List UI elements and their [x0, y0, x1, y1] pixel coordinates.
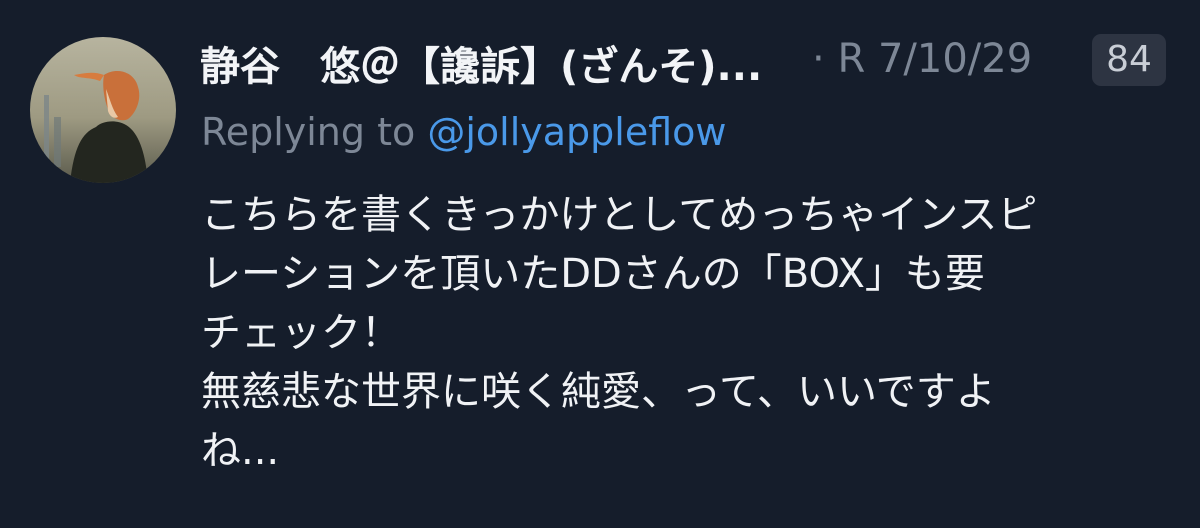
replying-to: Replying to @jollyappleflow: [201, 110, 726, 154]
reply-count-badge[interactable]: 84: [1092, 34, 1166, 86]
meta-separator: ·: [812, 36, 825, 82]
tweet-date[interactable]: R 7/10/29: [837, 36, 1032, 82]
avatar-image: [30, 37, 176, 183]
reply-handle-link[interactable]: @jollyappleflow: [427, 110, 726, 154]
tweet-body-line: 無慈悲な世界に咲く純愛、って、いいですよ: [201, 369, 996, 415]
display-name[interactable]: 静谷 悠＠【讒訴】(ざんそ)...: [200, 34, 762, 92]
tweet-body: こちらを書くきっかけとしてめっちゃインスピ レーションを頂いたDDさんの「BOX…: [201, 186, 1171, 481]
tweet-body-line: こちらを書くきっかけとしてめっちゃインスピ: [201, 192, 1038, 238]
tweet-body-line: チェック！: [201, 310, 401, 356]
tweet-header: 静谷 悠＠【讒訴】(ざんそ)... · R 7/10/29 84: [200, 28, 1180, 90]
tweet-card[interactable]: 静谷 悠＠【讒訴】(ざんそ)... · R 7/10/29 84 Replyin…: [0, 0, 1200, 528]
tweet-meta: · R 7/10/29: [812, 36, 1032, 82]
tweet-body-line: レーションを頂いたDDさんの「BOX」も要: [201, 251, 985, 297]
replying-prefix: Replying to: [201, 110, 416, 154]
avatar[interactable]: [30, 37, 176, 183]
tweet-body-line: ね...: [201, 428, 280, 474]
